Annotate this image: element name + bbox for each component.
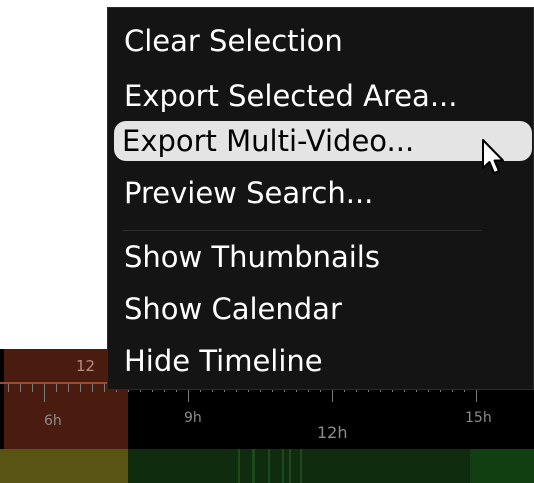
timeline-tick	[56, 384, 57, 392]
timeline-hour-label-9h: 9h	[184, 410, 202, 426]
timeline-recording-marker	[282, 449, 284, 483]
timeline-hour-label-12h: 12h	[317, 423, 348, 442]
timeline-recording-bar-segment	[470, 449, 534, 483]
timeline-tick	[68, 384, 69, 392]
timeline-recording-marker	[252, 449, 255, 483]
arrow-pointer-icon	[482, 139, 504, 174]
menu-item-clear-selection[interactable]: Clear Selection	[116, 21, 532, 61]
timeline-recording-marker	[289, 449, 291, 483]
timeline-recording-bar[interactable]	[0, 449, 534, 483]
timeline-recording-marker	[300, 449, 302, 483]
menu-item-preview-search[interactable]: Preview Search...	[116, 173, 532, 213]
timeline-recording-marker	[268, 449, 270, 483]
menu-separator	[122, 230, 482, 231]
timeline-tick	[20, 384, 21, 392]
timeline-recording-marker	[238, 449, 240, 483]
menu-item-hide-timeline[interactable]: Hide Timeline	[116, 341, 532, 381]
timeline-tick	[44, 384, 45, 402]
timeline-tick	[92, 384, 93, 392]
timeline-day-label: 12	[76, 357, 96, 375]
menu-item-export-multi-video[interactable]: Export Multi-Video...	[114, 121, 532, 161]
timeline-tick	[32, 384, 33, 392]
menu-item-show-thumbnails[interactable]: Show Thumbnails	[116, 237, 532, 277]
timeline-tick	[104, 384, 105, 392]
timeline-hour-label-6h: 6h	[44, 413, 62, 429]
timeline-hour-label-15h: 15h	[465, 410, 492, 426]
timeline-recording-bar-selection	[0, 449, 128, 483]
timeline-tick	[8, 384, 9, 392]
menu-item-show-calendar[interactable]: Show Calendar	[116, 289, 532, 329]
context-menu: Clear Selection Export Selected Area... …	[107, 7, 534, 390]
menu-item-export-selected-area[interactable]: Export Selected Area...	[116, 76, 532, 116]
timeline-tick	[80, 384, 81, 392]
